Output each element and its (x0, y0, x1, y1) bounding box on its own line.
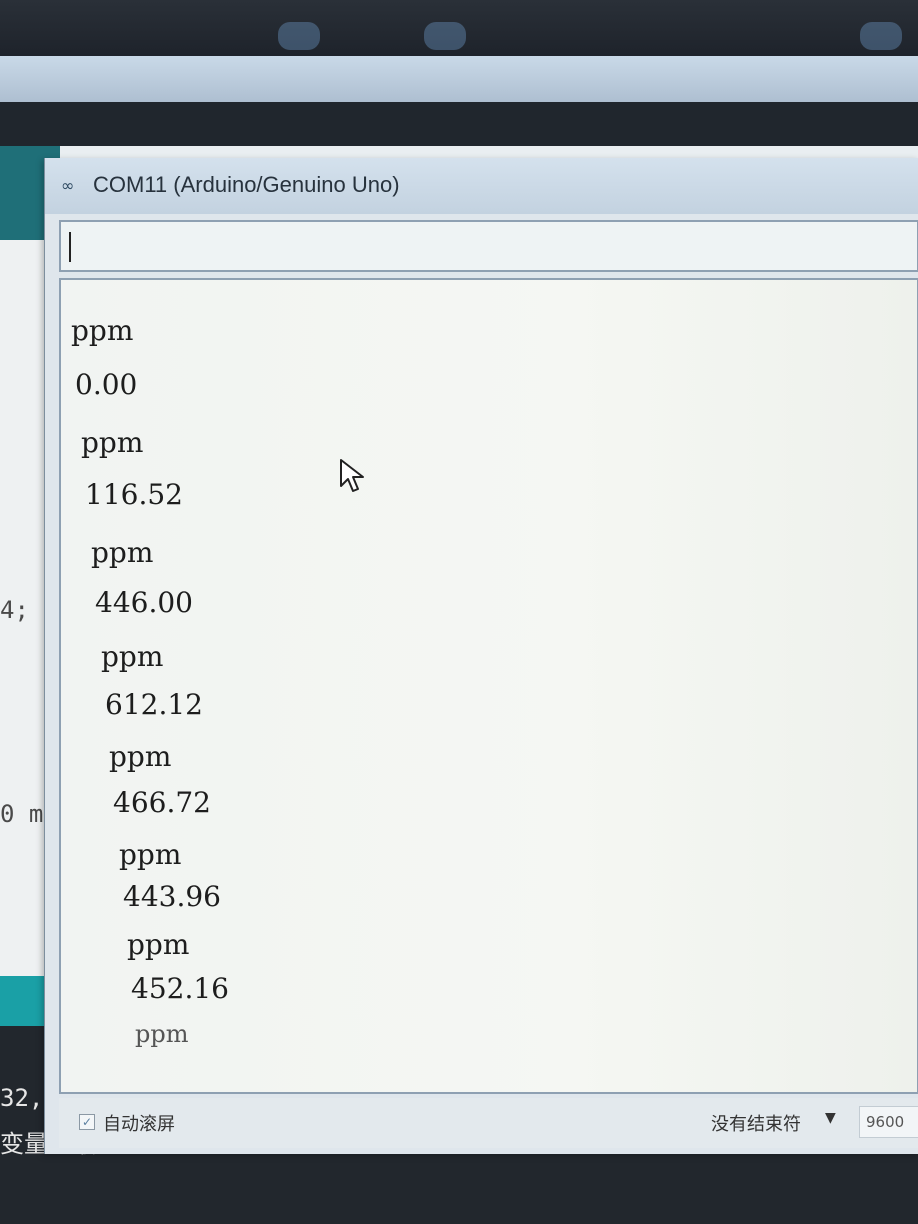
output-line: ppm (71, 314, 134, 347)
serial-input-field[interactable] (59, 220, 918, 272)
window-title: COM11 (Arduino/Genuino Uno) (93, 172, 400, 197)
autoscroll-checkbox[interactable]: ✓ (79, 1114, 95, 1130)
chevron-down-icon: ▼ (825, 1110, 836, 1126)
serial-monitor-window: ∞ COM11 (Arduino/Genuino Uno) ppm 0.00 p… (44, 158, 918, 1154)
ide-menubar (0, 102, 918, 146)
baud-rate-dropdown[interactable]: 9600 (859, 1106, 918, 1138)
serial-monitor-titlebar[interactable]: ∞ COM11 (Arduino/Genuino Uno) (45, 158, 918, 214)
output-line: ppm (109, 740, 172, 773)
line-ending-dropdown[interactable]: 没有结束符 ▼ (699, 1104, 849, 1138)
output-line: 0.00 (75, 368, 138, 401)
taskbar-icon[interactable] (278, 22, 320, 50)
mouse-pointer-icon (340, 459, 364, 492)
output-line: 116.52 (85, 478, 183, 511)
output-line: ppm (135, 1020, 189, 1048)
autoscroll-label: 自动滚屏 (103, 1114, 175, 1135)
text-cursor (69, 232, 71, 262)
output-line: ppm (119, 838, 182, 871)
output-line: 452.16 (131, 972, 229, 1005)
ide-titlebar (0, 56, 918, 103)
output-line: 612.12 (105, 688, 203, 721)
output-line: 443.96 (123, 880, 221, 913)
baud-rate-value: 9600 (866, 1113, 905, 1131)
taskbar-icon[interactable] (424, 22, 466, 50)
taskbar-icon[interactable] (860, 22, 902, 50)
output-line: 466.72 (113, 786, 211, 819)
arduino-logo-icon: ∞ (61, 176, 75, 195)
output-line: 446.00 (95, 586, 193, 619)
desktop-background (0, 0, 918, 60)
output-line: ppm (91, 536, 154, 569)
serial-bottom-bar: ✓ 自动滚屏 没有结束符 ▼ 9600 (59, 1098, 918, 1148)
output-line: ppm (101, 640, 164, 673)
output-line: ppm (81, 426, 144, 459)
serial-output-area[interactable]: ppm 0.00 ppm 116.52 ppm 446.00 ppm 612.1… (59, 278, 918, 1094)
line-ending-value: 没有结束符 (711, 1114, 801, 1135)
output-line: ppm (127, 928, 190, 961)
